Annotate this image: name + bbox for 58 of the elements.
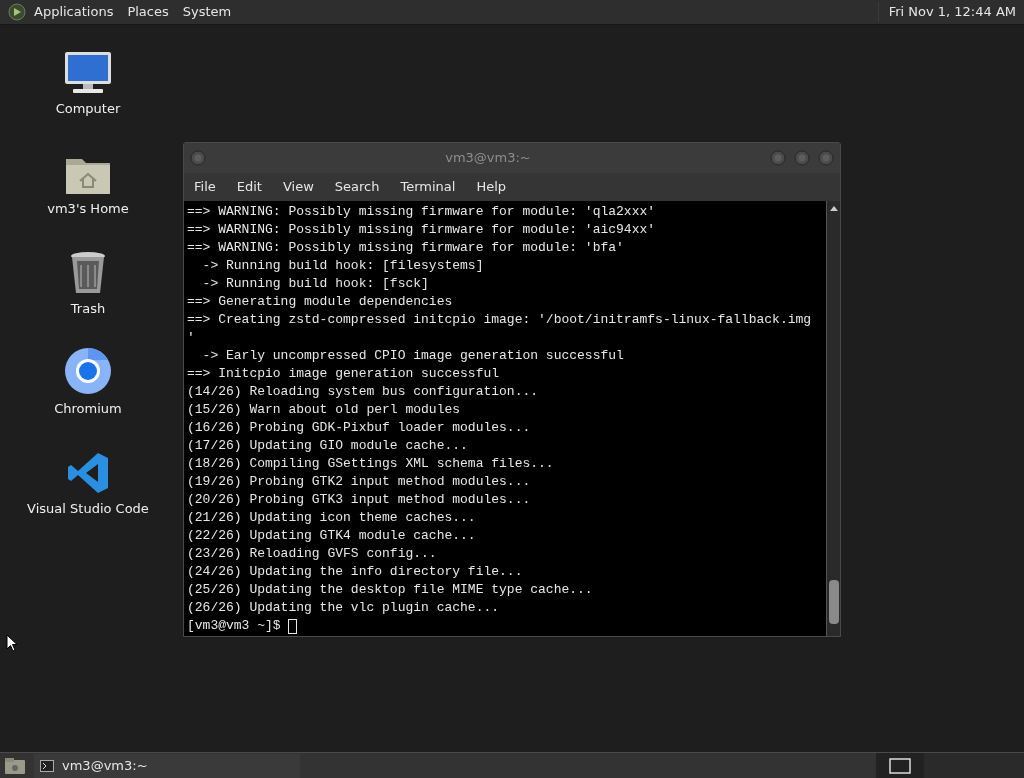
scroll-up-arrow-icon[interactable]: [828, 204, 839, 212]
terminal-line: (22/26) Updating GTK4 module cache...: [187, 527, 476, 545]
terminal-line: ==> WARNING: Possibly missing firmware for module: 'bfa': [187, 239, 624, 257]
taskbar-button[interactable]: vm3@vm3:~: [34, 753, 300, 778]
terminal-line: (20/26) Probing GTK3 input method modules...: [187, 491, 531, 509]
menu-item[interactable]: Help: [476, 177, 507, 197]
menu-item[interactable]: View: [282, 177, 314, 197]
terminal-line: (25/26) Updating the desktop file MIME type cache...: [187, 581, 593, 599]
window-control-icon[interactable]: [190, 150, 206, 166]
clock[interactable]: Fri Nov 1, 12:44 AM: [877, 2, 1016, 22]
terminal-line: ==> WARNING: Possibly missing firmware for module: 'aic94xx': [187, 221, 656, 239]
terminal-line: (19/26) Probing GTK2 input method modules...: [187, 473, 531, 491]
scrollbar[interactable]: [826, 201, 840, 636]
code-editor-logo-icon: [66, 451, 110, 495]
terminal-line: (23/26) Reloading GVFS config...: [187, 545, 437, 563]
terminal-line: (18/26) Compiling GSettings XML schema files...: [187, 455, 554, 473]
terminal-line: -> Running build hook: [fsck]: [201, 275, 429, 293]
menu-item[interactable]: Edit: [236, 177, 262, 197]
terminal-line: (16/26) Probing GDK-Pixbuf loader modules...: [187, 419, 531, 437]
app-menu-logo-icon: [8, 3, 26, 21]
terminal-line: ==> Generating module dependencies: [187, 293, 453, 311]
terminal-line: (26/26) Updating the vlc plugin cache...: [187, 599, 500, 617]
window-control-icon[interactable]: [794, 150, 810, 166]
workspace-switcher-icon[interactable]: [889, 757, 911, 774]
show-desktop-icon[interactable]: [4, 756, 26, 775]
terminal-icon: [40, 759, 54, 772]
menu-item[interactable]: File: [194, 177, 216, 197]
desktop-icon-label[interactable]: Visual Studio Code: [27, 499, 149, 519]
window-control-icon[interactable]: [818, 150, 834, 166]
terminal-line: -> Running build hook: [filesystems]: [201, 257, 484, 275]
panel-menu[interactable]: Places: [127, 2, 169, 22]
text-cursor: [288, 618, 298, 634]
menu-item[interactable]: Terminal: [400, 177, 456, 197]
window-control-icon[interactable]: [770, 150, 786, 166]
scrollbar-thumb[interactable]: [828, 580, 839, 624]
terminal-line: -> Early uncompressed CPIO image generation successful: [201, 347, 624, 365]
terminal-line: ': [187, 329, 195, 347]
mouse-pointer-icon: [6, 634, 18, 652]
desktop-icon-label[interactable]: vm3's Home: [47, 199, 129, 219]
terminal-line: ==> Initcpio image generation successful: [187, 365, 500, 383]
terminal-line: (17/26) Updating GIO module cache...: [187, 437, 468, 455]
computer-monitor-icon: [63, 51, 113, 95]
panel-menu[interactable]: Applications: [34, 2, 114, 22]
panel-menu[interactable]: System: [182, 2, 232, 22]
menu-item[interactable]: Search: [334, 177, 380, 197]
desktop-icon-label[interactable]: Computer: [55, 99, 121, 119]
terminal-line: (21/26) Updating icon theme caches...: [187, 509, 476, 527]
shell-prompt: [vm3@vm3 ~]$: [187, 617, 282, 635]
window-title: vm3@vm3:~: [444, 149, 532, 168]
chromium-logo-icon: [64, 347, 112, 395]
terminal-line: (24/26) Updating the info directory file...: [187, 563, 523, 581]
terminal-line: (15/26) Warn about old perl modules: [187, 401, 461, 419]
terminal-line: ==> WARNING: Possibly missing firmware for module: 'qla2xxx': [187, 203, 656, 221]
desktop-icon-label[interactable]: Trash: [70, 299, 106, 319]
terminal-line: ==> Creating zstd-compressed initcpio image: '/boot/initramfs-linux-fallback.img: [187, 311, 812, 329]
terminal-line: (14/26) Reloading system bus configuration...: [187, 383, 539, 401]
desktop-icon-label[interactable]: Chromium: [54, 399, 122, 419]
trash-can-icon: [69, 251, 107, 295]
